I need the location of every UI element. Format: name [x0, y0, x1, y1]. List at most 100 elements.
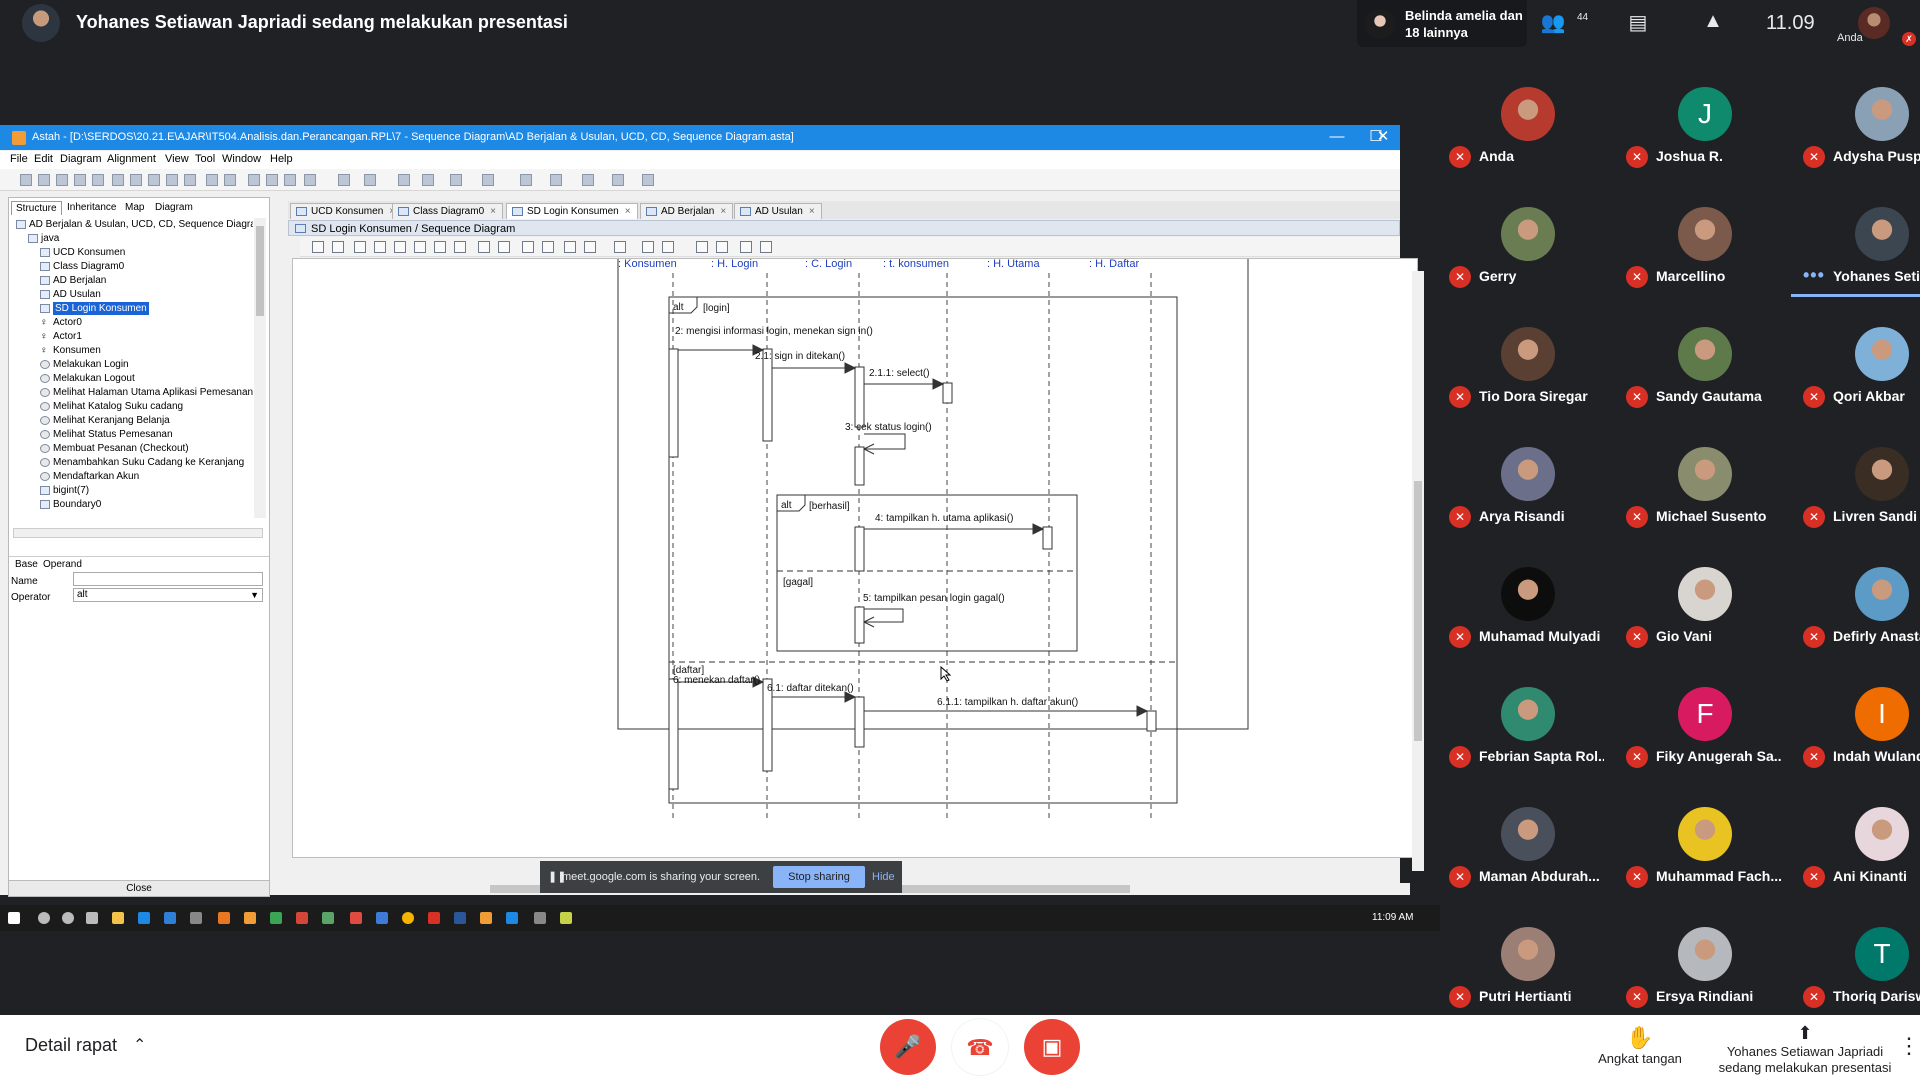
tab-operand[interactable]: Operand: [43, 559, 82, 570]
app-icon-16[interactable]: [506, 912, 518, 924]
diagram-tab[interactable]: AD Usulan ×: [734, 203, 822, 219]
lifeline-konsumen[interactable]: : Konsumen: [618, 259, 677, 270]
create-message-tool-icon[interactable]: [414, 241, 426, 253]
pin-icon[interactable]: [696, 241, 708, 253]
open-icon[interactable]: [38, 174, 50, 186]
tree-item[interactable]: SD Login Konsumen: [40, 302, 149, 315]
tree-layout-icon[interactable]: [612, 174, 624, 186]
ellipse-tool-icon[interactable]: [542, 241, 554, 253]
tab-diagram[interactable]: Diagram: [151, 201, 197, 214]
back-icon[interactable]: [338, 174, 350, 186]
print-icon[interactable]: [92, 174, 104, 186]
tree-item[interactable]: bigint(7): [40, 484, 89, 497]
start-icon[interactable]: [8, 912, 20, 924]
word-icon[interactable]: [454, 912, 466, 924]
close-tab-icon[interactable]: ×: [625, 206, 631, 217]
save-icon[interactable]: [56, 174, 68, 186]
paste-special-icon[interactable]: [166, 174, 178, 186]
line-color-icon[interactable]: [550, 174, 562, 186]
tree-item[interactable]: ♀ Actor0: [40, 316, 82, 329]
note-tool-icon[interactable]: [522, 241, 534, 253]
app-icon-10[interactable]: [350, 912, 362, 924]
message-6-label[interactable]: 6: menekan daftar(): [673, 675, 760, 686]
message-3-label[interactable]: 3: cek status login(): [845, 422, 932, 433]
tree-item[interactable]: Melakukan Logout: [40, 372, 135, 385]
zoom-in-icon[interactable]: [266, 174, 278, 186]
image-tool-icon[interactable]: [662, 241, 674, 253]
cortana-icon[interactable]: [62, 912, 74, 924]
participant-tile[interactable]: ✕ Livren Sandi: [1791, 435, 1920, 535]
tree-item[interactable]: Melihat Status Pemesanan: [40, 428, 173, 441]
participant-tile[interactable]: F ✕ Fiky Anugerah Sa...: [1614, 675, 1784, 775]
pdf-icon[interactable]: [428, 912, 440, 924]
app-icon-5[interactable]: [218, 912, 230, 924]
message-4-label[interactable]: 4: tampilkan h. utama aplikasi(): [875, 513, 1013, 524]
tree-item[interactable]: java: [28, 232, 59, 245]
minimize-button[interactable]: —: [1322, 127, 1352, 147]
distribute-icon[interactable]: [450, 174, 462, 186]
edge-icon[interactable]: [138, 912, 150, 924]
layout-icon[interactable]: [760, 241, 772, 253]
fill-color-icon[interactable]: [520, 174, 532, 186]
more-options-icon[interactable]: ⋮: [1898, 1033, 1920, 1059]
participant-tile[interactable]: ✕ Adysha Puspa De...: [1791, 75, 1920, 175]
camera-off-button[interactable]: ▣: [1024, 1019, 1080, 1075]
return-tool-icon[interactable]: [394, 241, 406, 253]
async-message-tool-icon[interactable]: [374, 241, 386, 253]
lifeline-h-utama[interactable]: : H. Utama: [987, 259, 1040, 270]
close-tab-icon[interactable]: ×: [720, 206, 726, 217]
undo-icon[interactable]: [206, 174, 218, 186]
menu-tool[interactable]: Tool: [195, 153, 215, 165]
close-tab-icon[interactable]: ×: [809, 206, 815, 217]
tab-structure[interactable]: Structure: [11, 201, 62, 215]
tree-item[interactable]: AD Berjalan: [40, 274, 106, 287]
diagram-tab[interactable]: SD Login Konsumen ×: [506, 203, 638, 219]
paste-icon[interactable]: [148, 174, 160, 186]
participant-tile[interactable]: I ✕ Indah Wulandari: [1791, 675, 1920, 775]
select-area-icon[interactable]: [304, 174, 316, 186]
tree-item[interactable]: Mendaftarkan Akun: [40, 470, 139, 483]
activities-icon[interactable]: ▲: [1698, 10, 1728, 38]
name-field[interactable]: [73, 572, 263, 586]
app-icon-6[interactable]: [244, 912, 256, 924]
hide-banner-button[interactable]: Hide: [872, 871, 895, 883]
mic-off-button[interactable]: 🎤: [880, 1019, 936, 1075]
close-panel-button[interactable]: Close: [9, 880, 269, 896]
menu-file[interactable]: File: [10, 153, 28, 165]
astah-taskbar-icon[interactable]: [480, 912, 492, 924]
tree-scroll-thumb[interactable]: [256, 226, 264, 316]
file-explorer-icon[interactable]: [112, 912, 124, 924]
lifeline-h-daftar[interactable]: : H. Daftar: [1089, 259, 1139, 270]
app-icon-11[interactable]: [376, 912, 388, 924]
tree-item[interactable]: AD Usulan: [40, 288, 101, 301]
participant-tile[interactable]: ✕ Gerry: [1437, 195, 1607, 295]
tree-horizontal-scrollbar[interactable]: [13, 528, 263, 538]
fit-icon[interactable]: [398, 174, 410, 186]
tree-item[interactable]: Melihat Keranjang Belanja: [40, 414, 170, 427]
participant-tile[interactable]: ✕ Muhammad Fach...: [1614, 795, 1784, 895]
participant-tile[interactable]: ✕ Febrian Sapta Rol...: [1437, 675, 1607, 775]
tab-inheritance[interactable]: Inheritance: [63, 201, 120, 214]
participant-tile[interactable]: J ✕ Joshua R.: [1614, 75, 1784, 175]
tree-item[interactable]: Menambahkan Suku Cadang ke Keranjang: [40, 456, 244, 469]
app-icon-17[interactable]: [534, 912, 546, 924]
zoom-fit-icon[interactable]: [248, 174, 260, 186]
app-icon-8[interactable]: [296, 912, 308, 924]
raise-hand-button[interactable]: ✋ Angkat tangan: [1585, 1025, 1695, 1066]
tab-base[interactable]: Base: [15, 559, 38, 570]
participant-tile[interactable]: ✕ Qori Akbar: [1791, 315, 1920, 415]
canvas-vertical-scrollbar[interactable]: [1412, 271, 1424, 871]
chrome-icon[interactable]: [402, 912, 414, 924]
participant-tile[interactable]: ✕ Sandy Gautama: [1614, 315, 1784, 415]
task-view-icon[interactable]: [86, 912, 98, 924]
tree-item[interactable]: ♀ Actor1: [40, 330, 82, 343]
app-icon-7[interactable]: [270, 912, 282, 924]
app-icon-18[interactable]: [560, 912, 572, 924]
diagram-tab[interactable]: UCD Konsumen×: [290, 203, 403, 219]
hang-up-button[interactable]: ☎: [952, 1019, 1008, 1075]
participant-tile[interactable]: ✕ Arya Risandi: [1437, 435, 1607, 535]
message-tool-icon[interactable]: [354, 241, 366, 253]
layer-icon[interactable]: [482, 174, 494, 186]
message-5-label[interactable]: 5: tampilkan pesan login gagal(): [863, 593, 1005, 604]
close-tab-icon[interactable]: ×: [490, 206, 496, 217]
